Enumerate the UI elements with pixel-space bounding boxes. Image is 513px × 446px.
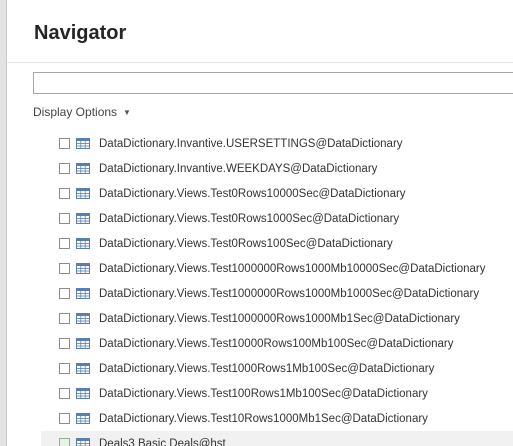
item-checkbox[interactable] [59, 288, 70, 299]
tree-item-label: DataDictionary.Views.Test1000000Rows1000… [99, 312, 460, 325]
display-options-dropdown[interactable]: Display Options ▼ [33, 105, 131, 119]
tree-item[interactable]: DataDictionary.Views.Test1000000Rows1000… [41, 281, 513, 306]
tree-item-label: DataDictionary.Views.Test100Rows1Mb100Se… [99, 387, 428, 400]
table-icon [76, 388, 90, 399]
table-icon [76, 238, 90, 249]
search-input[interactable] [33, 72, 513, 94]
tree-item[interactable]: DataDictionary.Views.Test10Rows1000Mb1Se… [41, 406, 513, 431]
tree-item[interactable]: DataDictionary.Views.Test1000000Rows1000… [41, 306, 513, 331]
table-icon [76, 313, 90, 324]
item-checkbox[interactable] [59, 188, 70, 199]
item-checkbox[interactable] [59, 438, 70, 446]
table-icon [76, 438, 90, 446]
item-checkbox[interactable] [59, 363, 70, 374]
tree-item-label: DataDictionary.Views.Test1000000Rows1000… [99, 287, 480, 300]
table-icon [76, 138, 90, 149]
title-divider [7, 62, 513, 63]
table-icon [76, 188, 90, 199]
tree-item-label: Deals3 Basic Deals@hst [99, 437, 226, 446]
item-checkbox[interactable] [59, 238, 70, 249]
table-icon [76, 363, 90, 374]
item-checkbox[interactable] [59, 213, 70, 224]
tree-item[interactable]: DataDictionary.Views.Test0Rows10000Sec@D… [41, 181, 513, 206]
tree-item[interactable]: DataDictionary.Views.Test1000Rows1Mb100S… [41, 356, 513, 381]
table-icon [76, 263, 90, 274]
tree-item-label: DataDictionary.Views.Test10Rows1000Mb1Se… [99, 412, 428, 425]
tree-item-label: DataDictionary.Views.Test0Rows10000Sec@D… [99, 187, 406, 200]
item-checkbox[interactable] [59, 163, 70, 174]
tree-item[interactable]: DataDictionary.Views.Test10000Rows100Mb1… [41, 331, 513, 356]
table-icon [76, 338, 90, 349]
tree-item[interactable]: DataDictionary.Views.Test0Rows100Sec@Dat… [41, 231, 513, 256]
item-checkbox[interactable] [59, 413, 70, 424]
tree-item-label: DataDictionary.Invantive.USERSETTINGS@Da… [99, 137, 403, 150]
display-options-label: Display Options [33, 105, 118, 119]
item-checkbox[interactable] [59, 388, 70, 399]
tree-item[interactable]: DataDictionary.Views.Test1000000Rows1000… [41, 256, 513, 281]
item-checkbox[interactable] [59, 338, 70, 349]
navigator-dialog: Navigator Display Options ▼ DataDictionar… [6, 0, 513, 446]
item-checkbox[interactable] [59, 263, 70, 274]
tree-item-label: DataDictionary.Views.Test1000000Rows1000… [99, 262, 486, 275]
tree-item[interactable]: DataDictionary.Invantive.WEEKDAYS@DataDi… [41, 156, 513, 181]
tree-item[interactable]: DataDictionary.Views.Test100Rows1Mb100Se… [41, 381, 513, 406]
table-icon [76, 288, 90, 299]
tree-item[interactable]: DataDictionary.Invantive.USERSETTINGS@Da… [41, 131, 513, 156]
caret-down-icon: ▼ [123, 108, 131, 117]
table-icon [76, 413, 90, 424]
tree-item-label: DataDictionary.Views.Test1000Rows1Mb100S… [99, 362, 435, 375]
table-icon [76, 163, 90, 174]
item-checkbox[interactable] [59, 313, 70, 324]
tree-item-label: DataDictionary.Invantive.WEEKDAYS@DataDi… [99, 162, 378, 175]
tree-item-label: DataDictionary.Views.Test10000Rows100Mb1… [99, 337, 454, 350]
tree-item-label: DataDictionary.Views.Test0Rows100Sec@Dat… [99, 237, 393, 250]
item-checkbox[interactable] [59, 138, 70, 149]
dialog-title: Navigator [34, 22, 127, 44]
tree-item[interactable]: Deals3 Basic Deals@hst [41, 431, 513, 446]
table-icon [76, 213, 90, 224]
tree-item-label: DataDictionary.Views.Test0Rows1000Sec@Da… [99, 212, 400, 225]
tree-item[interactable]: DataDictionary.Views.Test0Rows1000Sec@Da… [41, 206, 513, 231]
